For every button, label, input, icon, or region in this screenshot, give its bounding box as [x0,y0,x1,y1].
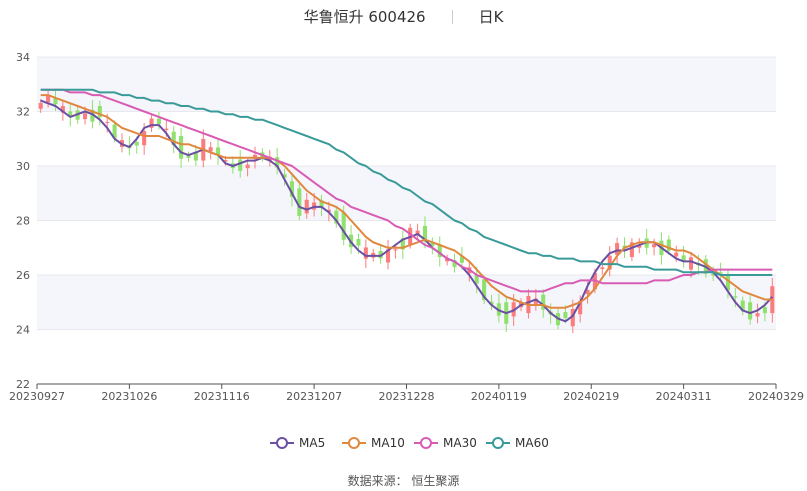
candle-body [304,199,309,214]
period-label: 日K [478,8,504,26]
legend-marker [492,437,504,449]
data-source: 数据来源： 恒生聚源 [347,474,460,488]
plot-band [37,111,776,166]
candle-body [733,296,738,298]
candle-body [208,147,213,152]
candle-body [134,142,139,146]
chart-container: 华鲁恒升 600426 日K 22 24 26 28 30 32 34 20230927 202… [0,0,807,491]
candle-body [674,252,679,257]
plot-band [37,220,776,275]
legend-label: MA60 [515,436,549,450]
chart-title: 华鲁恒升 600426 日K [0,6,807,27]
candle-body [563,312,568,319]
x-tick-label: 20240119 [471,390,527,403]
candle-body [755,313,760,317]
candle-body [393,249,398,251]
y-tick-label: 32 [16,106,30,119]
legend-item-ma30[interactable]: MA30 [414,436,477,450]
legend-item-ma60[interactable]: MA60 [486,436,549,450]
x-tick-label: 20240311 [656,390,712,403]
candle-body [600,267,605,270]
candle-body [356,239,361,246]
legend-item-ma10[interactable]: MA10 [342,436,405,450]
legend: MA5 MA10 MA30 MA60 [270,436,549,450]
x-tick-label: 20240219 [563,390,619,403]
y-tick-label: 26 [16,269,30,282]
plot-band [37,275,776,330]
candle-body [38,103,43,109]
stock-name: 华鲁恒升 600426 [303,8,426,26]
candle-body [297,188,302,216]
legend-marker [276,437,288,449]
x-tick-label: 20240329 [748,390,804,403]
x-tick-label: 20230927 [9,390,65,403]
plot-band [37,57,776,112]
x-tick-label: 20231116 [194,390,250,403]
candle-body [156,118,161,125]
y-tick-label: 34 [16,51,30,64]
legend-label: MA10 [371,436,405,450]
plot-band [37,166,776,221]
legend-item-ma5[interactable]: MA5 [270,436,325,450]
legend-label: MA5 [299,436,325,450]
kline-chart: 22242628303234 20230927 20231026 20231116 2… [9,51,804,450]
x-tick-label: 20231207 [286,390,342,403]
y-tick-label: 24 [16,324,30,337]
x-tick-label: 20231026 [101,390,157,403]
candle-body [652,244,657,248]
candle-body [341,212,346,240]
x-tick-label: 20231228 [379,390,435,403]
candle-body [142,131,147,146]
candle-body [238,159,243,171]
candle-body [748,302,753,320]
candle-body [164,128,169,131]
candle-body [688,257,694,270]
plot-band [37,329,776,384]
candle-body [363,247,368,259]
legend-label: MA30 [443,436,477,450]
candle-body [105,121,110,123]
legend-marker [420,437,432,449]
candle-body [245,164,250,169]
candle-body [762,307,767,314]
candle-body [179,136,184,159]
x-axis: 20230927 20231026 20231116 20231207 20231228… [9,383,804,403]
candle-body [46,95,51,103]
y-tick-label: 28 [16,215,30,228]
legend-marker [348,437,360,449]
title-separator [451,10,453,24]
candle-body [83,113,88,120]
y-tick-label: 30 [16,160,30,173]
